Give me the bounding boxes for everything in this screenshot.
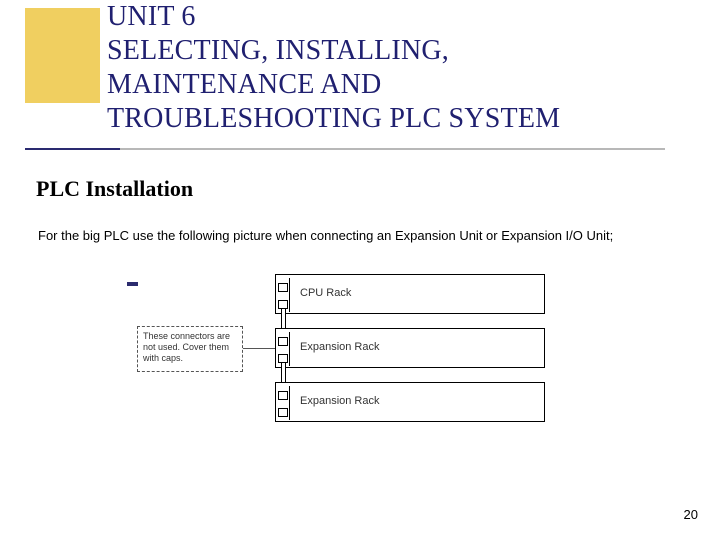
title-line-1: UNIT 6 <box>107 0 667 34</box>
divider-accent <box>25 148 120 150</box>
title-line-4: TROUBLESHOOTING PLC SYSTEM <box>107 102 667 136</box>
rack-expansion-2: Expansion Rack <box>275 382 545 422</box>
connector-port-icon <box>278 337 288 346</box>
connector-port-icon <box>278 283 288 292</box>
connector-port-icon <box>278 391 288 400</box>
body-paragraph: For the big PLC use the following pictur… <box>38 228 613 243</box>
callout-note: These connectors are not used. Cover the… <box>137 326 243 372</box>
title-line-2: SELECTING, INSTALLING, <box>107 34 667 68</box>
title-line-3: MAINTENANCE AND <box>107 68 667 102</box>
section-heading: PLC Installation <box>36 176 193 202</box>
rack-slot <box>276 332 290 366</box>
divider-rule <box>25 148 665 150</box>
rack-expansion-1: Expansion Rack <box>275 328 545 368</box>
rack-label: Expansion Rack <box>300 341 380 353</box>
rack-cpu: CPU Rack <box>275 274 545 314</box>
rack-diagram: These connectors are not used. Cover the… <box>135 268 565 448</box>
rack-label: Expansion Rack <box>300 395 380 407</box>
accent-box <box>25 8 100 103</box>
callout-leader-line <box>243 348 275 349</box>
rack-label: CPU Rack <box>300 287 351 299</box>
slide-title: UNIT 6 SELECTING, INSTALLING, MAINTENANC… <box>107 0 667 136</box>
rack-slot <box>276 386 290 420</box>
page-number: 20 <box>684 507 698 522</box>
connector-port-icon <box>278 408 288 417</box>
rack-slot <box>276 278 290 312</box>
